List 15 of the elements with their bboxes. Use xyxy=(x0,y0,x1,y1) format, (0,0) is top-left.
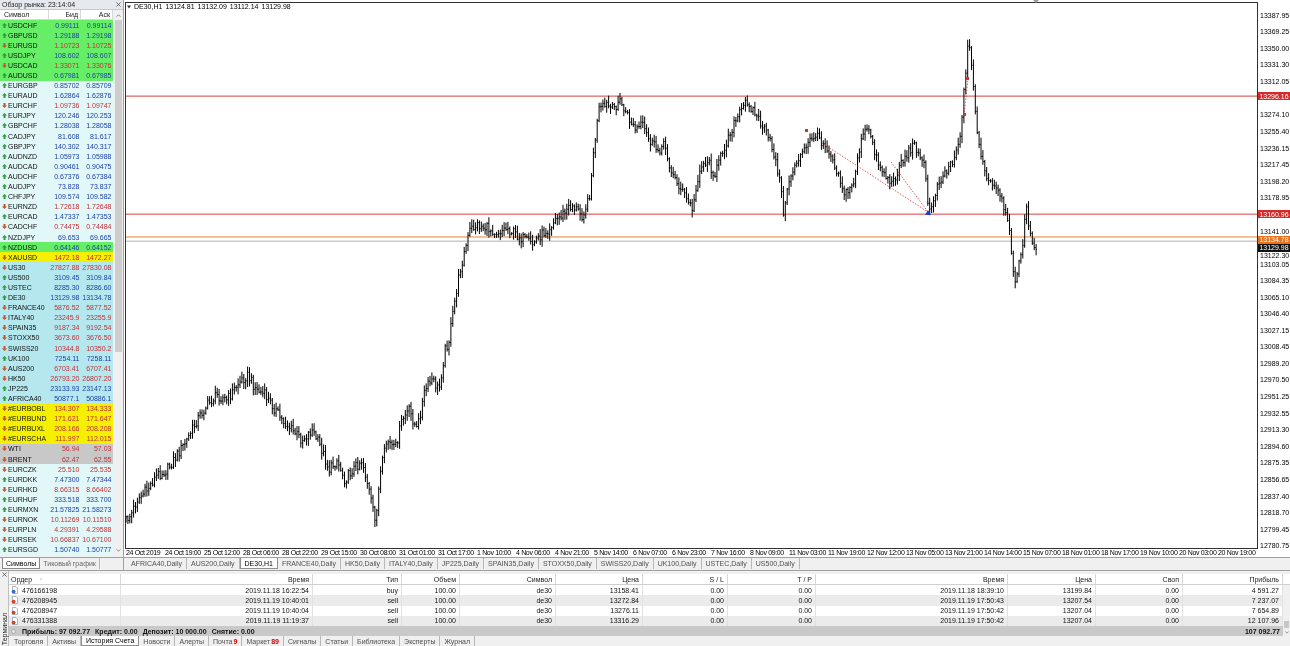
sell-marker-icon xyxy=(966,77,969,80)
sell-marker-icon xyxy=(963,113,966,116)
close-icon[interactable] xyxy=(116,2,121,7)
scrollbar-thumb[interactable] xyxy=(114,20,122,352)
buy-marker-icon xyxy=(925,210,931,215)
scrollbar-thumb[interactable] xyxy=(1284,621,1289,628)
close-icon[interactable] xyxy=(1,572,7,577)
sort-indicator-icon xyxy=(40,577,43,581)
caret-down-icon[interactable] xyxy=(115,549,121,553)
caret-down-icon[interactable] xyxy=(1284,631,1289,634)
triangle-icon[interactable] xyxy=(127,5,131,9)
caret-up-icon[interactable] xyxy=(115,13,121,17)
sell-marker-icon xyxy=(805,129,808,132)
circle-icon xyxy=(11,628,16,634)
chart-shift-marker-icon[interactable] xyxy=(1033,0,1039,3)
